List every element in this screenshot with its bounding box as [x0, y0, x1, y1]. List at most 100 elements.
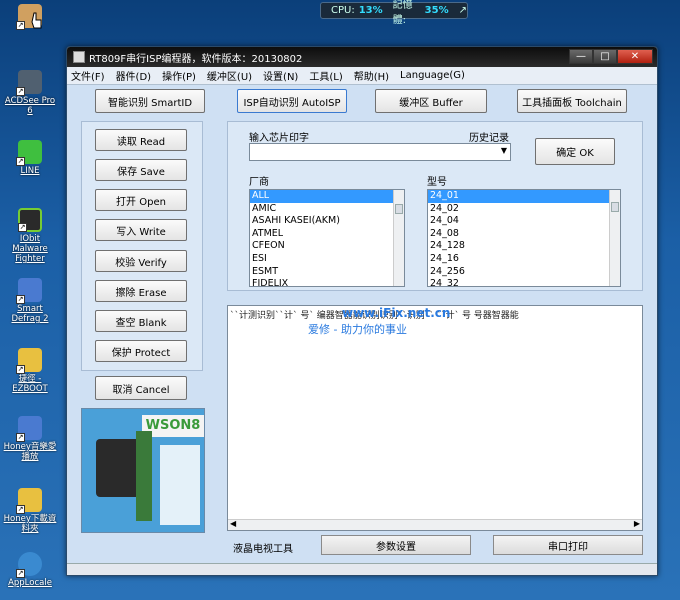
desktop-icon-label: LINE [20, 166, 40, 176]
blank-button[interactable]: 查空 Blank [95, 310, 187, 332]
globe-icon: ↗ [16, 552, 42, 578]
vendor-label: 厂商 [249, 177, 269, 188]
vendor-item[interactable]: ESI [250, 253, 404, 266]
model-item[interactable]: 24_16 [428, 253, 620, 266]
desktop-icon-label: ACDSee Pro 6 [4, 96, 56, 116]
log-hscrollbar[interactable]: ◀ ▶ [228, 519, 642, 530]
lcd-tv-tool-label[interactable]: 液晶电视工具 [233, 540, 293, 555]
desktop-icon-acdsee[interactable]: ↗ ACDSee Pro 6 [2, 70, 58, 116]
camera-icon: ↗ [16, 70, 42, 96]
memory-label: 記憶體: [392, 0, 413, 26]
folder-icon: ↗ [16, 488, 42, 514]
model-item[interactable]: 24_04 [428, 215, 620, 228]
main-content: 智能识别 SmartID ISP自动识别 AutoISP 缓冲区 Buffer … [67, 85, 657, 563]
maximize-button[interactable]: □ [593, 49, 617, 64]
board-shape [160, 445, 200, 525]
rt809f-window: RT809F串行ISP编程器，软件版本：20130802 — □ ✕ 文件(F)… [66, 46, 658, 576]
menu-language[interactable]: Language(G) [400, 70, 465, 81]
menu-operation[interactable]: 操作(P) [162, 68, 196, 83]
chip-marking-label: 输入芯片印字 [249, 133, 309, 144]
model-item[interactable]: 24_32 [428, 278, 620, 286]
minimize-button[interactable]: — [569, 49, 593, 64]
scroll-left-icon[interactable]: ◀ [230, 519, 236, 528]
line-chat-icon: ↗ [16, 140, 42, 166]
cpu-memory-meter[interactable]: CPU: 13% 記憶體: 35% ↗ [320, 0, 468, 26]
model-list[interactable]: 24_01 24_02 24_04 24_08 24_128 24_16 24_… [427, 189, 621, 287]
desktop-icon-label: Honey下載資料夾 [3, 514, 57, 534]
verify-button[interactable]: 校验 Verify [95, 250, 187, 272]
folder-icon: ↗ [16, 348, 42, 374]
model-item[interactable]: 24_02 [428, 203, 620, 216]
model-item[interactable]: 24_256 [428, 266, 620, 279]
hand-cursor-icon [31, 12, 43, 30]
ok-button[interactable]: 确定 OK [535, 138, 615, 165]
open-button[interactable]: 打开 Open [95, 189, 187, 211]
log-output[interactable]: ``计测识别``计` 号` 编器智器能识别识别``识别`` ``计` 号 号器智… [227, 305, 643, 531]
serial-print-tab[interactable]: 串口打印 [493, 535, 643, 555]
vendor-item[interactable]: ESMT [250, 266, 404, 279]
cancel-button[interactable]: 取消 Cancel [95, 376, 187, 400]
write-button[interactable]: 写入 Write [95, 219, 187, 241]
defrag-icon: ↗ [16, 278, 42, 304]
dropdown-arrow-icon[interactable]: ▼ [501, 146, 507, 155]
menu-help[interactable]: 帮助(H) [354, 68, 389, 83]
model-label: 型号 [427, 177, 447, 188]
desktop-icon-honey-download[interactable]: ↗ Honey下載資料夾 [2, 488, 58, 534]
desktop-icon-applocale[interactable]: ↗ AppLocale [2, 552, 58, 588]
menu-file[interactable]: 文件(F) [71, 68, 105, 83]
cpu-value: 13% [358, 5, 383, 16]
scroll-thumb[interactable] [395, 204, 403, 214]
memory-value: 35% [424, 5, 449, 16]
vendor-item[interactable]: ASAHI KASEI(AKM) [250, 215, 404, 228]
buffer-button[interactable]: 缓冲区 Buffer [375, 89, 487, 113]
vendor-item[interactable]: ATMEL [250, 228, 404, 241]
music-note-icon: ↗ [16, 416, 42, 442]
vendor-list[interactable]: ALL AMIC ASAHI KASEI(AKM) ATMEL CFEON ES… [249, 189, 405, 287]
vendor-item[interactable]: FIDELIX [250, 278, 404, 286]
scroll-right-icon[interactable]: ▶ [634, 519, 640, 528]
history-label: 历史记录 [469, 133, 509, 144]
read-button[interactable]: 读取 Read [95, 129, 187, 151]
autoisp-button[interactable]: ISP自动识别 AutoISP [237, 89, 347, 113]
vendor-scrollbar[interactable] [393, 190, 404, 286]
watermark-url: www.iFix.net.cn [342, 306, 451, 320]
model-item[interactable]: 24_01 [428, 190, 620, 203]
desktop-icon-label: IObit Malware Fighter [12, 234, 48, 264]
menu-tools[interactable]: 工具(L) [309, 68, 342, 83]
save-button[interactable]: 保存 Save [95, 159, 187, 181]
pcb-strip [136, 431, 152, 521]
model-item[interactable]: 24_128 [428, 240, 620, 253]
menu-bar: 文件(F) 器件(D) 操作(P) 缓冲区(U) 设置(N) 工具(L) 帮助(… [67, 67, 657, 85]
window-title: RT809F串行ISP编程器，软件版本：20130802 [89, 53, 303, 65]
desktop-icon-animal[interactable]: ↗ [2, 4, 58, 30]
desktop-icon-smartdefrag[interactable]: ↗ Smart Defrag 2 [2, 278, 58, 324]
model-scrollbar[interactable] [609, 190, 620, 286]
status-bar [67, 563, 657, 575]
menu-buffer[interactable]: 缓冲区(U) [207, 68, 252, 83]
expand-arrow-icon[interactable]: ↗ [459, 5, 467, 16]
protect-button[interactable]: 保护 Protect [95, 340, 187, 362]
desktop-icon-label: 捷徑 - EZBOOT [12, 374, 48, 394]
parameters-tab[interactable]: 参数设置 [321, 535, 471, 555]
vendor-item[interactable]: AMIC [250, 203, 404, 216]
watermark-slogan: 爱修 - 助力你的事业 [308, 323, 407, 336]
desktop-icon-honey-music[interactable]: ↗ Honey音樂愛播放 [2, 416, 58, 462]
chip-marking-input[interactable]: ▼ [249, 143, 511, 161]
desktop-icon-ezboot[interactable]: ↗ 捷徑 - EZBOOT [2, 348, 58, 394]
vendor-item[interactable]: ALL [250, 190, 404, 203]
toolchain-button[interactable]: 工具插面板 Toolchain [517, 89, 627, 113]
menu-settings[interactable]: 设置(N) [263, 68, 298, 83]
scroll-thumb[interactable] [611, 202, 619, 212]
model-item[interactable]: 24_08 [428, 228, 620, 241]
erase-button[interactable]: 擦除 Erase [95, 280, 187, 302]
app-icon [73, 51, 85, 63]
menu-device[interactable]: 器件(D) [116, 68, 152, 83]
window-titlebar[interactable]: RT809F串行ISP编程器，软件版本：20130802 — □ ✕ [67, 47, 657, 67]
desktop-icon-line[interactable]: ↗ LINE [2, 140, 58, 176]
desktop-icon-label: Smart Defrag 2 [11, 304, 49, 324]
close-button[interactable]: ✕ [617, 49, 653, 64]
vendor-item[interactable]: CFEON [250, 240, 404, 253]
smartid-button[interactable]: 智能识别 SmartID [95, 89, 205, 113]
desktop-icon-iobit[interactable]: ↗ IObit Malware Fighter [2, 208, 58, 264]
shield-icon: ↗ [18, 208, 42, 232]
